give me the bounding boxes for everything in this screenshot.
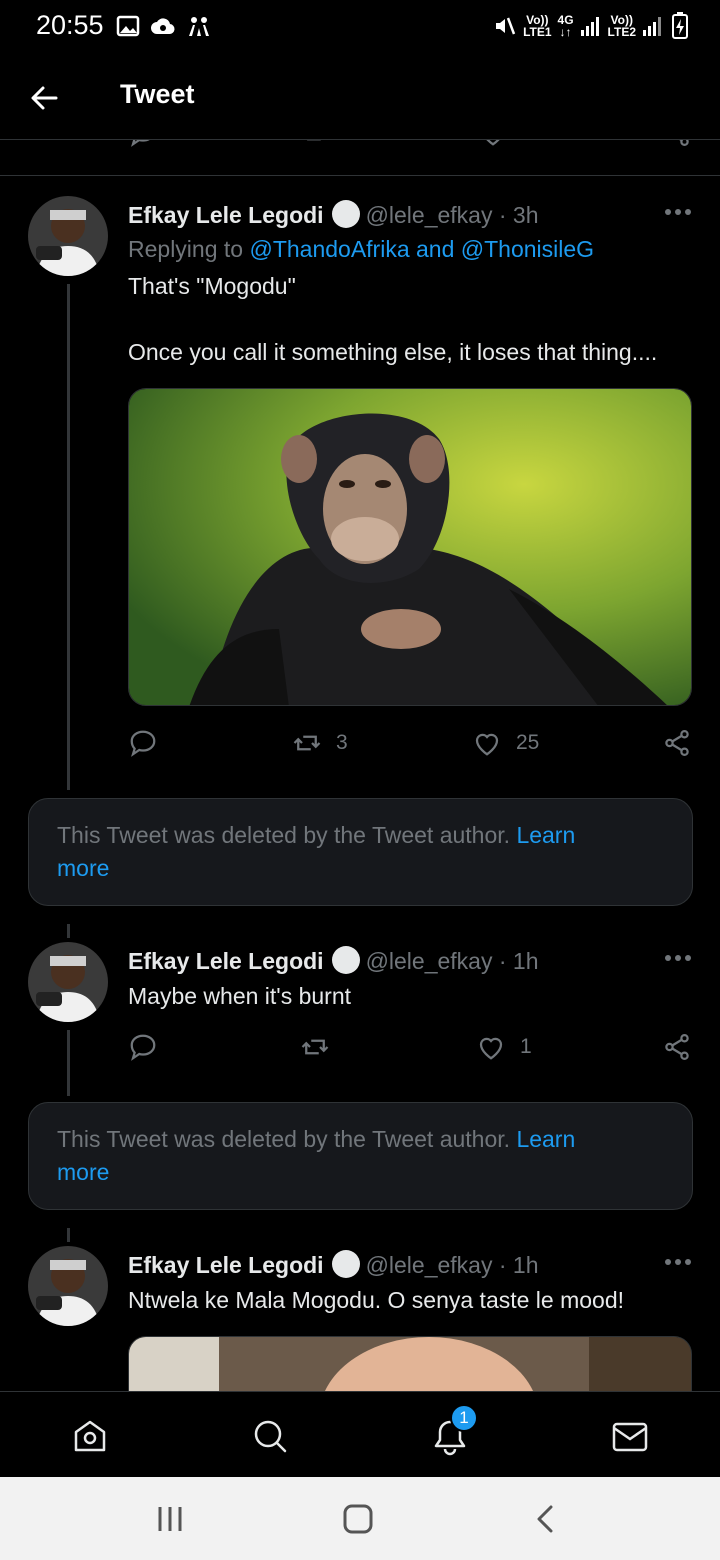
status-bar: 20:55 Vo)) LTE1 4G ↓↑ Vo)) LTE2 [0,0,720,54]
author-handle[interactable]: @lele_efkay [366,1252,493,1278]
deleted-tweet-notice: This Tweet was deleted by the Tweet auth… [28,798,693,906]
tweet-image[interactable] [128,1336,692,1391]
author-name[interactable]: Efkay Lele Legodi [128,202,324,228]
verified-badge-icon [331,946,360,974]
tweet-time: · 1h [498,1252,539,1278]
tweet[interactable]: Efkay Lele Legodi @lele_efkay · 1h Ntwela… [0,1240,720,1391]
thread-connector [67,1030,70,1096]
verified-badge-icon [331,200,360,228]
thread-connector [67,284,70,790]
notification-badge: 1 [450,1404,478,1432]
like-button[interactable]: 25 [472,728,539,758]
battery-icon [672,12,688,39]
tweet-thread[interactable]: 3 Efkay Lele Legodi @lele_efkay · 3h Repl… [0,140,720,1391]
more-options-icon[interactable] [660,948,696,968]
verified-badge-icon [331,1250,360,1278]
home-button-icon[interactable] [338,1499,378,1539]
like-icon[interactable] [478,140,508,148]
replying-prefix: Replying to [128,236,244,262]
reply-button[interactable] [128,728,158,758]
top-app-bar: Tweet [0,54,720,140]
share-icon[interactable] [662,140,692,148]
retweet-count: 3 [336,731,348,754]
tweet-text: Maybe when it's burnt [128,983,352,1009]
tweet-header: Efkay Lele Legodi @lele_efkay · 1h [128,1250,539,1279]
author-name[interactable]: Efkay Lele Legodi [128,1252,324,1278]
system-navigation-bar [0,1477,720,1560]
like-icon [475,733,499,756]
share-icon [665,1034,689,1060]
tweet-header: Efkay Lele Legodi @lele_efkay · 3h [128,200,539,229]
deleted-notice-text: This Tweet was deleted by the Tweet auth… [57,1126,511,1152]
messages-icon[interactable] [610,1416,650,1456]
search-icon[interactable] [250,1416,290,1456]
avatar[interactable] [28,196,108,276]
reply-icon[interactable] [128,140,158,148]
like-count: 25 [516,731,540,754]
like-count: 1 [520,1035,532,1058]
tweet-text: Ntwela ke Mala Mogodu. O senya taste le … [128,1287,625,1313]
more-options-icon[interactable] [660,1252,696,1272]
tweet-actions: 3 25 [128,728,698,768]
cloud-sync-icon [151,18,175,35]
like-icon [479,1037,503,1060]
more-options-icon[interactable] [660,202,696,222]
tweet-text-line-1: That's "Mogodu" [128,273,296,299]
tweet-time: · 3h [498,202,539,228]
signal-icon [580,17,599,36]
gallery-icon [116,15,140,37]
recent-apps-icon[interactable] [150,1499,190,1539]
tweet-image[interactable] [128,388,692,706]
retweet-button[interactable] [300,1032,330,1062]
author-handle[interactable]: @lele_efkay [366,948,493,974]
like-button[interactable]: 1 [476,1032,532,1062]
reply-button[interactable] [128,1032,158,1062]
tweet-time: · 1h [498,948,539,974]
reply-icon [130,730,156,757]
avatar[interactable] [28,1246,108,1326]
replying-mentions[interactable]: @ThandoAfrika and @ThonisileG [249,236,594,262]
retweet-icon[interactable] [302,140,332,148]
tweet-actions: 1 [128,1032,698,1072]
replying-to: Replying to @ThandoAfrika and @Thonisile… [128,236,594,263]
back-arrow-icon[interactable] [26,80,62,116]
sim1-indicator: Vo)) LTE1 [523,13,552,39]
share-button[interactable] [662,728,692,758]
reply-icon [130,1034,156,1061]
page-title: Tweet [120,79,195,109]
avatar[interactable] [28,942,108,1022]
share-button[interactable] [662,1032,692,1062]
bottom-tab-bar [0,1391,720,1477]
tweet[interactable]: Efkay Lele Legodi @lele_efkay · 1h Maybe … [0,936,720,1096]
author-name[interactable]: Efkay Lele Legodi [128,948,324,974]
divider [0,175,720,176]
home-icon[interactable] [70,1416,110,1456]
tweet-text-line-2: Once you call it something else, it lose… [128,339,658,365]
deleted-tweet-notice: This Tweet was deleted by the Tweet auth… [28,1102,693,1210]
mute-icon [496,17,516,35]
previous-tweet-actions: 3 [0,140,720,158]
author-handle[interactable]: @lele_efkay [366,202,493,228]
tweet[interactable]: Efkay Lele Legodi @lele_efkay · 3h Replyi… [0,190,720,800]
retweet-button[interactable]: 3 [292,728,348,758]
retweet-icon [301,1039,329,1055]
back-button-icon[interactable] [526,1499,566,1539]
tweet-header: Efkay Lele Legodi @lele_efkay · 1h [128,946,539,975]
status-time: 20:55 [36,10,104,40]
network-indicator: 4G ↓↑ [557,13,574,39]
signal-icon [643,17,661,36]
share-icon [665,730,689,756]
retweet-icon [293,735,321,751]
deleted-notice-text: This Tweet was deleted by the Tweet auth… [57,822,511,848]
sim2-indicator: Vo)) LTE2 [607,13,636,39]
people-icon [189,17,209,36]
